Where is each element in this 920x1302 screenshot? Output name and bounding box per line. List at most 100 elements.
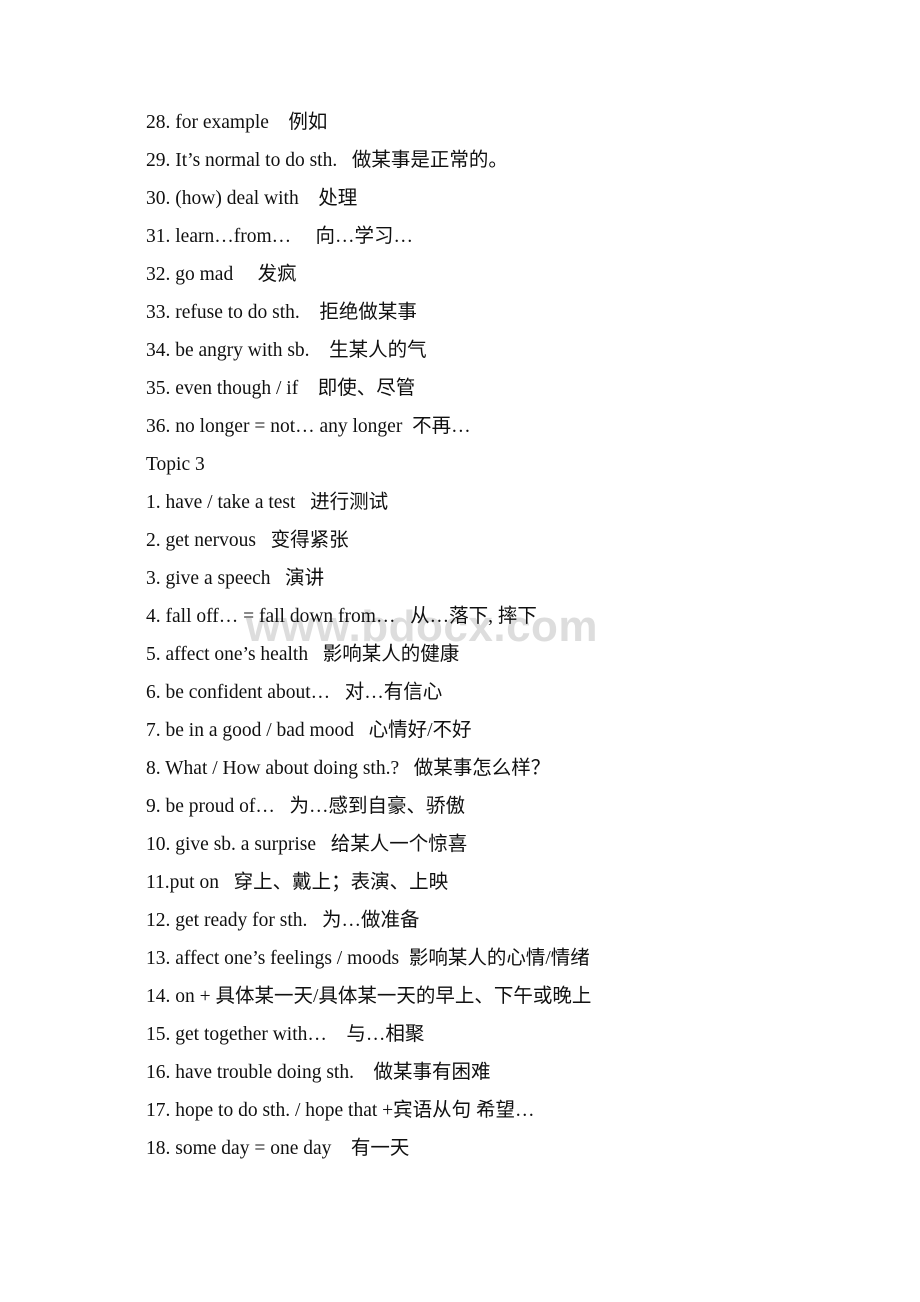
entry-english: even though / if: [175, 378, 299, 399]
entry-number: 33.: [146, 302, 171, 323]
entry-english: be proud of…: [165, 796, 275, 817]
entry-english: put on: [169, 872, 219, 893]
entry-chinese: 有一天: [350, 1138, 410, 1159]
entry-gap: [256, 530, 271, 551]
entry-chinese: 不再…: [412, 416, 471, 437]
entry-english: give sb. a surprise: [175, 834, 317, 855]
entry-gap: [331, 1138, 351, 1159]
entry-chinese: 从…落下, 摔下: [410, 606, 537, 627]
vocab-entry: 9. be proud of… 为…感到自豪、骄傲: [146, 788, 866, 826]
entry-gap: [327, 1024, 347, 1045]
entry-number: 11.: [146, 872, 170, 893]
vocab-entry: 36. no longer = not… any longer 不再…: [146, 408, 866, 446]
entry-number: 34.: [146, 340, 171, 361]
entry-number: 3.: [146, 568, 161, 589]
entry-chinese: 做某事怎么样？: [413, 758, 551, 779]
entry-number: 10.: [146, 834, 171, 855]
entry-english: on + 具体某一天/具体某一天的早上、下午或晚上: [175, 986, 592, 1007]
vocab-entry: 4. fall off… = fall down from… 从…落下, 摔下: [146, 598, 866, 636]
entry-english: be angry with sb.: [175, 340, 310, 361]
entry-gap: [395, 606, 410, 627]
entry-chinese: 处理: [318, 188, 358, 209]
vocab-entry: 11.put on 穿上、戴上；表演、上映: [146, 864, 866, 902]
vocab-entry: 34. be angry with sb. 生某人的气: [146, 332, 866, 370]
entry-chinese: 例如: [288, 112, 328, 133]
vocab-entry: 28. for example 例如: [146, 104, 866, 142]
entry-gap: [399, 948, 409, 969]
entry-chinese: 给某人一个惊喜: [330, 834, 468, 855]
entry-number: 8.: [146, 758, 161, 779]
entry-chinese: 为…做准备: [322, 910, 420, 931]
vocab-entry: 30. (how) deal with 处理: [146, 180, 866, 218]
vocab-entry: 16. have trouble doing sth. 做某事有困难: [146, 1054, 866, 1092]
vocab-entry: 2. get nervous 变得紧张: [146, 522, 866, 560]
vocab-entry: 10. give sb. a surprise 给某人一个惊喜: [146, 826, 866, 864]
entry-chinese: 对…有信心: [344, 682, 443, 703]
entry-chinese: 为…感到自豪、骄傲: [289, 796, 466, 817]
entry-chinese: 向…学习…: [315, 226, 414, 247]
entry-number: 15.: [146, 1024, 171, 1045]
entry-chinese: 拒绝做某事: [319, 302, 417, 323]
entry-gap: [354, 1062, 374, 1083]
entry-chinese: 即使、尽管: [317, 378, 416, 399]
entry-chinese: 发疯: [257, 264, 297, 285]
entry-chinese: 影响某人的健康: [322, 644, 460, 665]
vocab-entry: 12. get ready for sth. 为…做准备: [146, 902, 866, 940]
vocab-entry: 15. get together with… 与…相聚: [146, 1016, 866, 1054]
entry-number: 30.: [146, 188, 171, 209]
entry-gap: [295, 492, 310, 513]
entry-english: give a speech: [165, 568, 271, 589]
entry-english: learn…from…: [175, 226, 292, 247]
vocab-entry: 29. It’s normal to do sth. 做某事是正常的。: [146, 142, 866, 180]
entry-gap: [233, 264, 257, 285]
vocab-entry: 18. some day = one day 有一天: [146, 1130, 866, 1168]
entry-english: What / How about doing sth.?: [165, 758, 400, 779]
entry-english: some day = one day: [175, 1138, 332, 1159]
entry-number: 2.: [146, 530, 161, 551]
entry-gap: [308, 644, 323, 665]
entry-chinese: 希望…: [476, 1100, 535, 1121]
entry-number: 17.: [146, 1100, 171, 1121]
entry-gap: [269, 112, 289, 133]
entry-english: go mad: [175, 264, 234, 285]
vocab-entry: 6. be confident about… 对…有信心: [146, 674, 866, 712]
entry-english: get ready for sth.: [175, 910, 308, 931]
entry-chinese: 与…相聚: [346, 1024, 425, 1045]
document-body: 28. for example 例如 29. It’s normal to do …: [146, 104, 866, 1168]
entry-english: no longer = not… any longer: [175, 416, 403, 437]
entry-gap: [402, 416, 412, 437]
entry-number: 31.: [146, 226, 171, 247]
entry-english: be in a good / bad mood: [165, 720, 354, 741]
vocab-entry: 35. even though / if 即使、尽管: [146, 370, 866, 408]
vocab-entry: 7. be in a good / bad mood 心情好/不好: [146, 712, 866, 750]
document-page: www.bdocx.com 28. for example 例如 29. It’s…: [0, 0, 920, 1302]
entry-chinese: 穿上、戴上；表演、上映: [233, 872, 449, 893]
entry-number: 12.: [146, 910, 171, 931]
entry-number: 7.: [146, 720, 161, 741]
entry-gap: [354, 720, 369, 741]
entry-number: 6.: [146, 682, 161, 703]
entry-number: 9.: [146, 796, 161, 817]
entry-english: affect one’s health: [165, 644, 309, 665]
entry-english: affect one’s feelings / moods: [175, 948, 400, 969]
entry-english: for example: [175, 112, 269, 133]
vocab-entry: 8. What / How about doing sth.? 做某事怎么样？: [146, 750, 866, 788]
vocab-entry: 32. go mad 发疯: [146, 256, 866, 294]
entry-chinese: 做某事是正常的。: [351, 150, 508, 171]
entry-chinese: 做某事有困难: [373, 1062, 491, 1083]
entry-gap: [299, 188, 319, 209]
entry-gap: [330, 682, 345, 703]
entry-number: 18.: [146, 1138, 171, 1159]
vocab-entry: 3. give a speech 演讲: [146, 560, 866, 598]
entry-gap: [275, 796, 290, 817]
entry-english: get together with…: [175, 1024, 327, 1045]
entry-gap: [307, 910, 322, 931]
vocab-entry: 1. have / take a test 进行测试: [146, 484, 866, 522]
entry-english: It’s normal to do sth.: [175, 150, 338, 171]
entry-english: get nervous: [165, 530, 256, 551]
entry-gap: [316, 834, 331, 855]
entry-number: 32.: [146, 264, 171, 285]
entry-number: 4.: [146, 606, 161, 627]
entry-gap: [337, 150, 352, 171]
entry-english: have trouble doing sth.: [175, 1062, 354, 1083]
